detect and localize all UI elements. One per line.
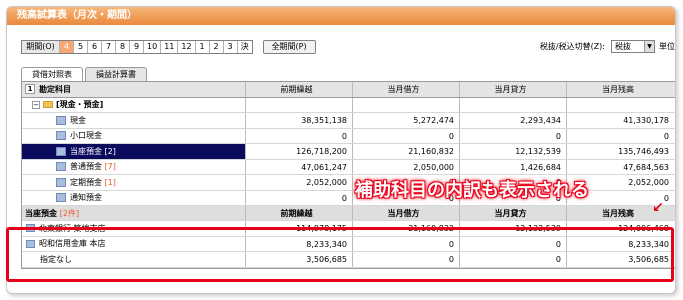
tax-toggle-label: 税抜/税込切替(Z): bbox=[539, 42, 605, 51]
account-name: 通知預金 bbox=[70, 193, 102, 203]
arrow-icon: ↙ bbox=[652, 200, 664, 216]
month-button[interactable]: 11 bbox=[161, 41, 179, 53]
sub-account-count: [2件] bbox=[59, 208, 80, 218]
month-button[interactable]: 1 bbox=[196, 41, 210, 53]
month-button[interactable]: 6 bbox=[88, 41, 102, 53]
account-book-icon bbox=[56, 115, 66, 125]
table-row-selected[interactable]: 当座預金 [2] 126,718,200 21,160,832 12,132,5… bbox=[22, 144, 675, 160]
month-button[interactable]: 3 bbox=[224, 41, 238, 53]
grid-header: 1 勘定科目 前期繰越 当月借方 当月貸方 当月残高 bbox=[22, 82, 675, 98]
annotation-callout: 補助科目の内訳も表示される bbox=[355, 180, 589, 201]
table-row[interactable]: 普通預金 [7] 47,061,247 2,050,000 1,426,684 … bbox=[22, 159, 675, 175]
header-balance: 当月残高 bbox=[602, 85, 634, 94]
account-name: 定期預金 bbox=[70, 177, 102, 187]
month-button[interactable]: 7 bbox=[102, 41, 116, 53]
header-debit: 当月借方 bbox=[353, 82, 460, 97]
month-button[interactable]: 8 bbox=[116, 41, 130, 53]
table-row[interactable]: 小口現金 0 0 0 0 bbox=[22, 128, 675, 144]
period-label[interactable]: 期間(O) bbox=[22, 41, 60, 53]
row-number-box: 1 bbox=[25, 84, 35, 95]
closing-month-button[interactable]: 決 bbox=[238, 41, 252, 53]
period-selector: 期間(O) 4 5 6 7 8 9 10 11 12 1 2 3 決 bbox=[21, 40, 253, 54]
month-button[interactable]: 5 bbox=[74, 41, 88, 53]
account-book-icon bbox=[56, 193, 66, 203]
tab-balance-sheet[interactable]: 貸借対照表 bbox=[21, 67, 83, 81]
account-book-icon bbox=[56, 162, 66, 172]
chevron-down-icon[interactable]: ▼ bbox=[644, 41, 654, 52]
toolbar: 期間(O) 4 5 6 7 8 9 10 11 12 1 2 3 決 全期間(P… bbox=[21, 40, 675, 54]
window-title: 残高試算表（月次・期間） bbox=[7, 7, 675, 25]
account-name: 普通預金 bbox=[70, 162, 102, 172]
account-name: 小口現金 bbox=[70, 131, 102, 141]
highlight-box bbox=[6, 227, 674, 282]
tax-toggle: 税抜/税込切替(Z): 税抜 ▼ 単位 bbox=[540, 40, 675, 53]
group-row-cash-deposits[interactable]: − [現金・預金] bbox=[22, 97, 675, 113]
tab-income-statement[interactable]: 損益計算書 bbox=[85, 67, 147, 81]
folder-icon bbox=[43, 101, 53, 109]
sub-account-count: [7] bbox=[104, 162, 116, 172]
group-label: [現金・預金] bbox=[56, 100, 104, 110]
month-button[interactable]: 10 bbox=[144, 41, 162, 53]
month-button[interactable]: 4 bbox=[60, 41, 74, 53]
report-tabs: 貸借対照表 損益計算書 bbox=[21, 67, 149, 81]
month-button[interactable]: 9 bbox=[130, 41, 144, 53]
table-row[interactable]: 現金 38,351,138 5,272,474 2,293,434 41,330… bbox=[22, 113, 675, 129]
account-book-icon bbox=[56, 131, 66, 141]
collapse-icon[interactable]: − bbox=[32, 100, 40, 109]
month-button[interactable]: 12 bbox=[178, 41, 196, 53]
tax-select[interactable]: 税抜 ▼ bbox=[611, 40, 655, 53]
account-book-icon bbox=[56, 177, 66, 187]
account-book-icon bbox=[56, 146, 66, 156]
header-account: 1 勘定科目 bbox=[22, 82, 246, 97]
unit-label: 単位 bbox=[659, 42, 675, 51]
header-prev-balance: 前期繰越 bbox=[246, 82, 353, 97]
sub-account-header: 当座預金 [2件] 前期繰越 当月借方 当月貸方 当月残高 bbox=[22, 206, 675, 221]
tax-select-value: 税抜 bbox=[615, 42, 631, 51]
sub-account-count: [2] bbox=[104, 146, 116, 156]
account-name: 現金 bbox=[70, 115, 86, 125]
sub-account-count: [1] bbox=[104, 177, 116, 187]
month-button[interactable]: 2 bbox=[210, 41, 224, 53]
header-credit: 当月貸方 bbox=[460, 82, 567, 97]
account-name: 当座預金 bbox=[70, 146, 102, 156]
sub-account-title: 当座預金 bbox=[25, 208, 57, 218]
all-period-button[interactable]: 全期間(P) bbox=[262, 40, 316, 54]
